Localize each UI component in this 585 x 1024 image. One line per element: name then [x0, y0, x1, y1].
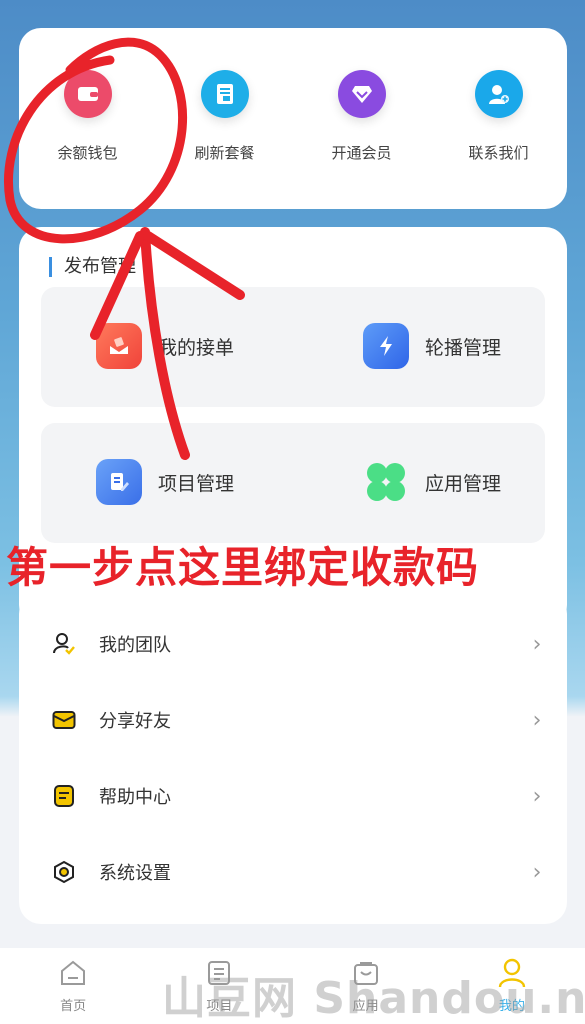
quick-action-membership[interactable]: 开通会员 [302, 70, 422, 163]
quick-action-refresh-plan[interactable]: 刷新套餐 [165, 70, 285, 163]
home-icon [56, 956, 90, 990]
settings-icon [51, 859, 77, 885]
help-icon [51, 783, 77, 809]
chevron-right-icon: › [532, 707, 542, 733]
tile-label: 我的接单 [158, 336, 235, 359]
annotation-text: 第一步点这里绑定收款码 [6, 543, 480, 592]
chevron-right-icon: › [532, 859, 542, 885]
carousel-management-button[interactable]: 轮播管理 [363, 323, 501, 369]
watermark-text: 山豆网 Shandou.net [162, 973, 585, 1024]
tile-label: 应用管理 [425, 472, 502, 495]
menu-item-help-center[interactable]: 帮助中心 › [19, 758, 567, 834]
mail-icon [51, 707, 77, 733]
menu-item-label: 系统设置 [99, 863, 171, 884]
menu-list-card: 我的团队 › 分享好友 › 帮助中心 › 系统设置 › [19, 592, 567, 924]
tile-label: 轮播管理 [425, 336, 502, 359]
quick-action-wallet[interactable]: 余额钱包 [28, 70, 148, 163]
lightning-icon [363, 323, 409, 369]
quick-action-label: 开通会员 [331, 144, 392, 162]
menu-item-label: 我的团队 [99, 635, 171, 656]
document-icon [200, 70, 249, 118]
tab-home[interactable]: 首页 [18, 956, 128, 1014]
management-tile: 我的接单 轮播管理 [41, 287, 545, 407]
menu-item-label: 分享好友 [99, 711, 171, 732]
quick-action-label: 刷新套餐 [194, 144, 255, 162]
contact-icon [474, 70, 523, 118]
section-title: 发布管理 [49, 257, 136, 277]
clover-icon [363, 459, 409, 505]
team-icon [51, 631, 77, 657]
chevron-right-icon: › [532, 631, 542, 657]
quick-action-label: 联系我们 [468, 144, 529, 162]
my-orders-button[interactable]: 我的接单 [96, 323, 234, 369]
edit-icon [96, 459, 142, 505]
diamond-icon [337, 70, 386, 118]
menu-item-system-settings[interactable]: 系统设置 › [19, 834, 567, 910]
app-management-button[interactable]: 应用管理 [363, 459, 501, 505]
chevron-right-icon: › [532, 783, 542, 809]
wallet-icon [63, 70, 112, 118]
quick-actions-card: 余额钱包 刷新套餐 开通会员 联系我们 [19, 28, 567, 209]
management-tile: 项目管理 应用管理 [41, 423, 545, 543]
project-management-button[interactable]: 项目管理 [96, 459, 234, 505]
tile-label: 项目管理 [158, 472, 235, 495]
menu-item-share-friends[interactable]: 分享好友 › [19, 682, 567, 758]
menu-item-label: 帮助中心 [99, 787, 171, 808]
tab-label: 首页 [60, 999, 87, 1014]
order-icon [96, 323, 142, 369]
quick-action-contact[interactable]: 联系我们 [439, 70, 559, 163]
menu-item-my-team[interactable]: 我的团队 › [19, 606, 567, 682]
quick-action-label: 余额钱包 [57, 144, 118, 162]
